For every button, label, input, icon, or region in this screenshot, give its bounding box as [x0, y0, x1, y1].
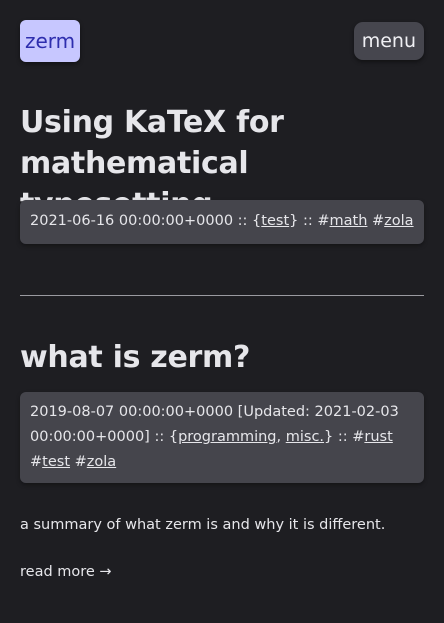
post-meta: 2019-08-07 00:00:00+0000 [Updated: 2021-… — [20, 392, 424, 483]
post-date: 2019-08-07 00:00:00+0000 — [30, 404, 234, 420]
meta-separator: } :: # — [289, 213, 330, 229]
category-link[interactable]: programming — [178, 429, 276, 445]
site-logo[interactable]: zerm — [20, 20, 81, 62]
tag-link[interactable]: zola — [87, 454, 116, 470]
site-header: zerm menu — [20, 20, 424, 62]
menu-button[interactable]: menu — [353, 22, 424, 60]
meta-separator: :: { — [149, 429, 179, 445]
tag-link[interactable]: math — [330, 213, 368, 229]
post-summary: a summary of what zerm is and why it is … — [20, 517, 386, 533]
meta-separator: } :: # — [324, 429, 365, 445]
post-date: 2021-06-16 00:00:00+0000 — [30, 213, 234, 229]
post-meta: 2021-06-16 00:00:00+0000 :: {test} :: #m… — [20, 200, 424, 244]
category-link[interactable]: test — [261, 213, 289, 229]
tag-link[interactable]: test — [42, 454, 70, 470]
post-divider — [20, 295, 424, 296]
tag-link[interactable]: zola — [384, 213, 413, 229]
read-more-link[interactable]: read more → — [20, 564, 112, 580]
tag-link[interactable]: rust — [364, 429, 392, 445]
meta-separator: :: { — [233, 213, 262, 229]
category-link[interactable]: misc. — [286, 429, 324, 445]
post-title[interactable]: what is zerm? — [20, 337, 430, 378]
